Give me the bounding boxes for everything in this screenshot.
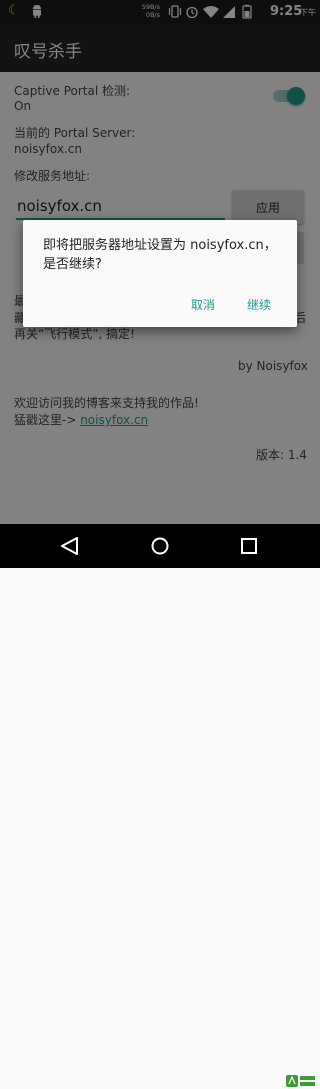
back-icon[interactable] [61,537,78,555]
confirm-dialog: 即将把服务器地址设置为 noisyfox.cn，是否继续? 取消 继续 [23,220,297,327]
recents-icon[interactable] [241,538,257,554]
nav-buttons [61,537,257,555]
dialog-message: 即将把服务器地址设置为 noisyfox.cn，是否继续? [43,238,277,272]
navigation-bar [0,524,320,1087]
watermark-logo-icon [286,1075,315,1087]
continue-button[interactable]: 继续 [241,292,277,317]
home-icon[interactable] [151,537,169,555]
cancel-button[interactable]: 取消 [185,292,221,317]
